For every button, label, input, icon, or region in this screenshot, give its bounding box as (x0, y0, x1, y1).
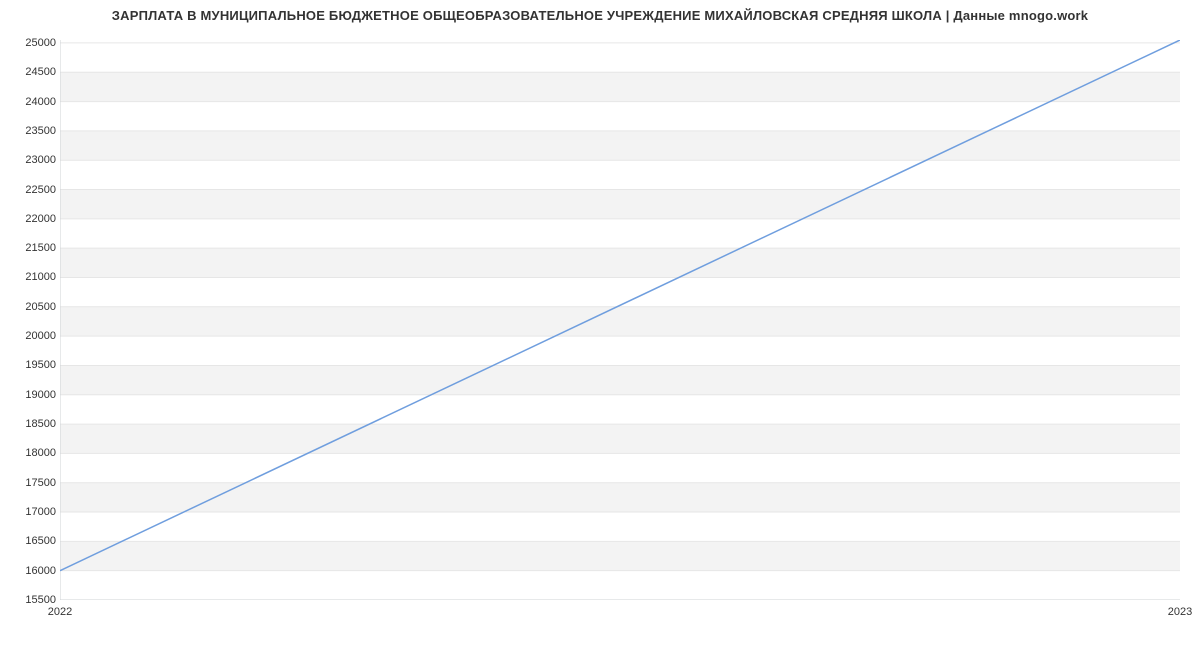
y-tick-label: 20000 (6, 330, 56, 342)
y-tick-label: 24500 (6, 66, 56, 78)
y-tick-label: 18000 (6, 447, 56, 459)
chart-title: ЗАРПЛАТА В МУНИЦИПАЛЬНОЕ БЮДЖЕТНОЕ ОБЩЕО… (0, 8, 1200, 23)
y-tick-label: 23500 (6, 125, 56, 137)
y-tick-label: 18500 (6, 418, 56, 430)
y-tick-label: 16500 (6, 535, 56, 547)
plot-area (60, 40, 1180, 600)
y-tick-label: 20500 (6, 301, 56, 313)
chart-container: ЗАРПЛАТА В МУНИЦИПАЛЬНОЕ БЮДЖЕТНОЕ ОБЩЕО… (0, 0, 1200, 650)
x-tick-label: 2022 (48, 606, 72, 618)
y-tick-label: 24000 (6, 96, 56, 108)
y-tick-label: 22500 (6, 184, 56, 196)
y-tick-label: 22000 (6, 213, 56, 225)
y-tick-label: 16000 (6, 565, 56, 577)
y-tick-label: 19500 (6, 359, 56, 371)
y-tick-label: 25000 (6, 37, 56, 49)
y-tick-label: 15500 (6, 594, 56, 606)
x-tick-label: 2023 (1168, 606, 1192, 618)
y-tick-label: 17500 (6, 477, 56, 489)
y-tick-label: 23000 (6, 154, 56, 166)
y-tick-label: 21500 (6, 242, 56, 254)
y-tick-label: 19000 (6, 389, 56, 401)
y-tick-label: 17000 (6, 506, 56, 518)
chart-svg (60, 40, 1180, 600)
y-tick-label: 21000 (6, 271, 56, 283)
